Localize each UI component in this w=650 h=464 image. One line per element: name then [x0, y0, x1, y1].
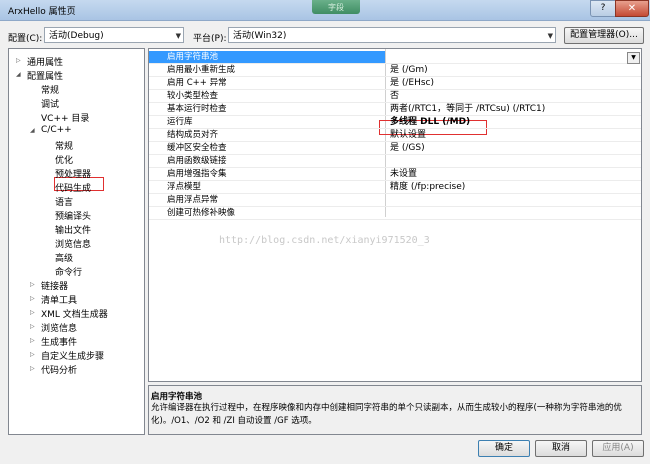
property-grid[interactable]: http://blog.csdn.net/xianyi971520_3 启用字符…: [148, 48, 642, 382]
taskbar-glass-tab: 字段: [312, 0, 360, 14]
tree-expander-icon[interactable]: ▷: [16, 57, 21, 64]
tree-item[interactable]: 清单工具: [41, 293, 77, 306]
config-manager-button[interactable]: 配置管理器(O)...: [564, 27, 644, 44]
config-value: 活动(Debug): [49, 31, 104, 41]
property-value[interactable]: 是 (/Gm): [390, 64, 428, 76]
chevron-down-icon: ▼: [175, 32, 181, 40]
row-separator: [149, 219, 641, 220]
close-button[interactable]: ✕: [615, 0, 649, 17]
title-bar: ArxHello 属性页 字段 ? ✕: [0, 0, 650, 21]
apply-button[interactable]: 应用(A): [592, 440, 644, 457]
property-value[interactable]: 两者(/RTC1，等同于 /RTCsu) (/RTC1): [390, 103, 545, 115]
tree-item[interactable]: 自定义生成步骤: [41, 349, 104, 362]
property-value[interactable]: 是 (/EHsc): [390, 77, 434, 89]
cancel-button[interactable]: 取消: [535, 440, 587, 457]
property-name: 启用函数级链接: [167, 156, 227, 166]
property-value[interactable]: 默认设置: [390, 129, 426, 141]
tree-item[interactable]: 预处理器: [55, 167, 91, 180]
glass-text: 字段: [328, 3, 344, 12]
tree-item[interactable]: 优化: [55, 153, 73, 166]
property-value[interactable]: 多线程 DLL (/MD): [390, 116, 470, 128]
description-panel: 启用字符串池 允许编译器在执行过程中，在程序映像和内存中创建相同字符串的单个只读…: [148, 385, 642, 435]
property-row[interactable]: 启用浮点异常: [149, 194, 641, 206]
property-name: 结构成员对齐: [167, 130, 219, 140]
tree-expander-icon[interactable]: ▷: [30, 337, 35, 344]
property-name: 启用增强指令集: [167, 169, 227, 179]
ok-button[interactable]: 确定: [478, 440, 530, 457]
tree-item[interactable]: VC++ 目录: [41, 111, 89, 124]
property-value[interactable]: 否: [390, 90, 399, 102]
property-value[interactable]: 精度 (/fp:precise): [390, 181, 465, 193]
tree-expander-icon[interactable]: ◢: [30, 127, 35, 134]
window-title: ArxHello 属性页: [8, 7, 76, 17]
config-label: 配置(C):: [8, 34, 43, 44]
property-name: 浮点模型: [167, 182, 202, 192]
platform-select[interactable]: 活动(Win32) ▼: [228, 27, 556, 43]
property-name: 缓冲区安全检查: [167, 143, 227, 153]
property-row[interactable]: 创建可热修补映像: [149, 207, 641, 219]
property-value[interactable]: 未设置: [390, 168, 417, 180]
property-name: 启用最小重新生成: [167, 65, 236, 75]
property-pages-window: ArxHello 属性页 字段 ? ✕ 配置(C): 活动(Debug) ▼ 平…: [0, 0, 650, 464]
chevron-down-icon: ▼: [547, 32, 553, 40]
tree-item[interactable]: 链接器: [41, 279, 68, 292]
property-tree[interactable]: ▷ 通用属性 ◢ 配置属性 常规 调试 VC++ 目录 ◢ C/C++ 常规 优化 预处理器 代码生成语…: [8, 48, 145, 435]
tree-item[interactable]: C/C++: [41, 125, 72, 135]
property-name: 基本运行时检查: [167, 104, 227, 114]
tree-item[interactable]: 生成事件: [41, 335, 77, 348]
dropdown-arrow-icon[interactable]: ▼: [627, 52, 640, 64]
tree-item[interactable]: 代码生成: [55, 181, 91, 194]
platform-label: 平台(P):: [193, 34, 227, 44]
property-name: 运行库: [167, 117, 193, 127]
tree-item[interactable]: 命令行: [55, 265, 82, 278]
tree-item[interactable]: 调试: [41, 97, 59, 110]
tree-item[interactable]: 通用属性: [27, 55, 63, 68]
tree-item[interactable]: 浏览信息: [55, 237, 91, 250]
tree-item[interactable]: XML 文档生成器: [41, 307, 108, 320]
property-name: 启用 C++ 异常: [167, 78, 227, 88]
description-title: 启用字符串池: [151, 392, 203, 402]
tree-expander-icon[interactable]: ▷: [30, 281, 35, 288]
platform-value: 活动(Win32): [233, 31, 287, 41]
tree-item[interactable]: 代码分析: [41, 363, 77, 376]
tree-item[interactable]: 浏览信息: [41, 321, 77, 334]
tree-item[interactable]: 语言: [55, 195, 73, 208]
property-name: 启用字符串池: [167, 52, 219, 62]
watermark-text: http://blog.csdn.net/xianyi971520_3: [219, 235, 430, 246]
tree-expander-icon[interactable]: ▷: [30, 295, 35, 302]
tree-item[interactable]: 输出文件: [55, 223, 91, 236]
property-name: 较小类型检查: [167, 91, 219, 101]
tree-expander-icon[interactable]: ▷: [30, 309, 35, 316]
tree-item[interactable]: 配置属性: [27, 69, 63, 82]
config-select[interactable]: 活动(Debug) ▼: [44, 27, 184, 43]
tree-expander-icon[interactable]: ▷: [30, 323, 35, 330]
tree-item[interactable]: 常规: [55, 139, 73, 152]
help-button[interactable]: ?: [590, 0, 616, 17]
property-value[interactable]: 是 (/GS): [390, 142, 425, 154]
property-row[interactable]: 启用函数级链接: [149, 155, 641, 167]
description-text: 允许编译器在执行过程中，在程序映像和内存中创建相同字符串的单个只读副本，从而生成…: [151, 403, 622, 426]
tree-expander-icon[interactable]: ▷: [30, 351, 35, 358]
tree-expander-icon[interactable]: ▷: [30, 365, 35, 372]
tree-item[interactable]: 高级: [55, 251, 73, 264]
tree-item[interactable]: 预编译头: [55, 209, 91, 222]
property-name: 创建可热修补映像: [167, 208, 236, 218]
property-row[interactable]: 启用字符串池: [149, 51, 385, 63]
tree-expander-icon[interactable]: ◢: [16, 71, 21, 78]
tree-item[interactable]: 常规: [41, 83, 59, 96]
property-name: 启用浮点异常: [167, 195, 219, 205]
